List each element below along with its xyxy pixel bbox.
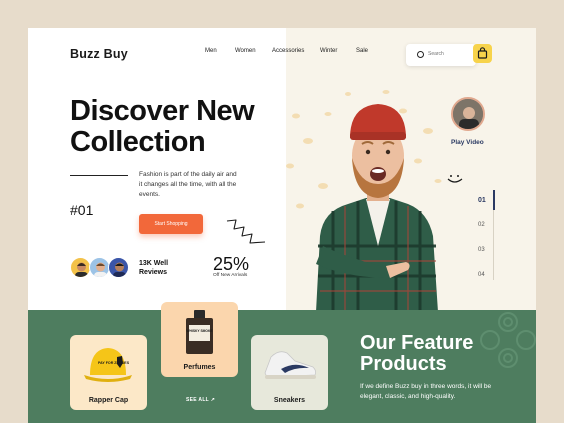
rapper-cap-image: PAY FOR ZEROES (84, 348, 132, 382)
feature-title-line-1: Our Feature (360, 332, 474, 354)
feature-description: If we define Buzz buy in three words, it… (360, 383, 492, 400)
product-card-sneakers[interactable]: Sneakers (251, 335, 328, 410)
product-label-perfume: Perfumes (183, 364, 216, 371)
search-box[interactable] (406, 44, 476, 66)
step-02[interactable]: 02 (478, 222, 485, 228)
offer-label: Off New Arrivals (213, 273, 248, 278)
hero-model-image (286, 90, 442, 312)
nav-women[interactable]: Women (235, 48, 256, 54)
product-label-sneakers: Sneakers (273, 397, 306, 404)
search-input[interactable] (428, 51, 470, 57)
headline-line-1: Discover New (70, 95, 255, 127)
nav-men[interactable]: Men (205, 48, 217, 54)
feature-title: Our Feature Products (360, 333, 510, 375)
hero-divider (70, 175, 128, 176)
hero-headline: Discover New Collection (70, 96, 290, 158)
play-video-label[interactable]: Play Video (451, 139, 484, 146)
nav-accessories[interactable]: Accessories (272, 48, 304, 54)
nav-winter[interactable]: Winter (320, 48, 337, 54)
smiley-icon (447, 175, 463, 183)
avatar (70, 257, 91, 278)
step-track (493, 210, 494, 280)
avatar (89, 257, 110, 278)
search-icon (417, 51, 424, 58)
cart-button[interactable] (473, 44, 492, 63)
step-03[interactable]: 03 (478, 247, 485, 253)
cap-print-text: PAY FOR ZEROES (98, 361, 130, 365)
avatar (108, 257, 129, 278)
step-01[interactable]: 01 (478, 197, 486, 204)
page-card: Buzz Buy Men Women Accessories Winter Sa… (28, 28, 536, 423)
hero-description: Fashion is part of the daily air and it … (139, 171, 237, 198)
perfume-label-text: WHISKY SMOKE (186, 329, 213, 333)
sneakers-image (264, 351, 317, 379)
product-card-perfume[interactable]: WHISKY SMOKE Perfumes (161, 302, 238, 377)
nav-sale[interactable]: Sale (356, 48, 368, 54)
perfume-bottle-image: WHISKY SMOKE (186, 310, 213, 354)
shopping-bag-icon (477, 47, 488, 59)
headline-line-2: Collection (70, 126, 206, 158)
slide-number: #01 (70, 202, 94, 218)
brand-logo[interactable]: Buzz Buy (70, 47, 128, 61)
product-label-cap: Rapper Cap (88, 397, 129, 404)
step-04[interactable]: 04 (478, 272, 485, 278)
squiggle-arrow-icon (226, 219, 266, 244)
see-all-link[interactable]: SEE ALL ↗ (186, 397, 215, 403)
offer-percent: 25% (213, 254, 250, 274)
reviews-count: 13K Well Reviews (139, 260, 169, 276)
start-shopping-button[interactable]: Start Shopping (139, 214, 203, 234)
play-video-thumbnail[interactable] (451, 97, 485, 131)
feature-title-line-2: Products (360, 353, 447, 375)
step-active-indicator (493, 190, 495, 210)
product-card-cap[interactable]: PAY FOR ZEROES Rapper Cap (70, 335, 147, 410)
